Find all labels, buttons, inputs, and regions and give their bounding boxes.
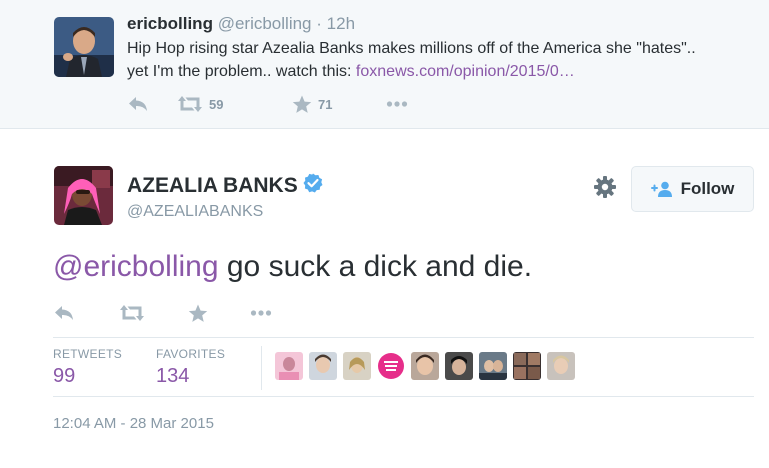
user-actions-gear-button[interactable]: [593, 175, 617, 204]
avatar-image: [54, 166, 113, 225]
favoriter-avatar[interactable]: [513, 352, 541, 380]
star-icon: [188, 304, 208, 322]
reply-button[interactable]: [127, 92, 149, 116]
tweet-timestamp: 12:04 AM - 28 Mar 2015: [53, 415, 214, 432]
favoriter-avatar[interactable]: [309, 352, 337, 380]
favorite-count: 71: [318, 96, 333, 112]
more-button[interactable]: [250, 301, 272, 325]
favoriter-avatar[interactable]: [377, 352, 405, 380]
favoriter-avatar[interactable]: [479, 352, 507, 380]
verified-badge-icon: [303, 173, 323, 199]
reply-button[interactable]: [53, 301, 75, 325]
favoriter-avatar[interactable]: [547, 352, 575, 380]
tweet-text-body: go suck a dick and die.: [218, 250, 533, 283]
favoriter-avatar[interactable]: [275, 352, 303, 380]
tweet-permalink-page: ericbolling @ericbolling · 12h Hip Hop r…: [0, 0, 769, 468]
tweet-text-line: Hip Hop rising star Azealia Banks makes …: [127, 40, 696, 57]
more-button[interactable]: [386, 92, 408, 116]
more-icon: [250, 310, 272, 316]
separator-dot: ·: [316, 14, 322, 33]
tweet-stats: RETWEETS 99 FAVORITES 134: [53, 337, 754, 397]
favorite-button[interactable]: 71: [292, 92, 332, 116]
user-handle[interactable]: @ericbolling: [218, 14, 312, 33]
favorite-button[interactable]: [188, 301, 208, 325]
favoriter-avatars: [275, 352, 581, 380]
gear-icon: [594, 176, 616, 198]
more-icon: [386, 101, 408, 107]
tweet-link[interactable]: foxnews.com/opinion/2015/0…: [356, 63, 575, 80]
user-handle[interactable]: @AZEALIABANKS: [127, 203, 263, 221]
user-fullname[interactable]: ericbolling: [127, 14, 213, 33]
avatar[interactable]: [54, 166, 113, 225]
retweet-count: 59: [209, 96, 224, 112]
retweets-label: RETWEETS: [53, 347, 123, 361]
tweet-text-segment: yet I'm the problem.. watch this:: [127, 63, 356, 80]
retweet-icon: [120, 305, 144, 321]
mention-link[interactable]: @ericbolling: [53, 250, 219, 283]
tweet-text: @ericbolling go suck a dick and die.: [53, 247, 532, 287]
retweet-button[interactable]: [119, 301, 145, 325]
favorites-value: 134: [156, 365, 190, 387]
in-reply-to-tweet[interactable]: ericbolling @ericbolling · 12h Hip Hop r…: [0, 0, 769, 129]
follow-button-label: Follow: [680, 179, 735, 198]
tweet-header: ericbolling @ericbolling · 12h: [127, 14, 355, 34]
tweet-text: Hip Hop rising star Azealia Banks makes …: [127, 37, 757, 83]
follow-button[interactable]: Follow: [631, 166, 754, 212]
star-icon: [292, 95, 312, 113]
favoriter-avatar[interactable]: [343, 352, 371, 380]
add-user-icon: [650, 181, 673, 197]
avatar-image: [54, 17, 114, 77]
tweet-text-line: yet I'm the problem.. watch this: foxnew…: [127, 60, 757, 83]
avatar[interactable]: [54, 17, 114, 77]
tweet-time[interactable]: 12h: [327, 14, 355, 33]
user-fullname[interactable]: AZEALIA BANKS: [127, 174, 298, 198]
stats-divider: [261, 346, 262, 390]
favorites-stat[interactable]: FAVORITES 134: [156, 347, 225, 388]
retweet-button[interactable]: 59: [177, 92, 223, 116]
favoriter-avatar[interactable]: [445, 352, 473, 380]
favorites-label: FAVORITES: [156, 347, 226, 361]
reply-icon: [129, 97, 147, 111]
user-fullname-row: AZEALIA BANKS: [127, 173, 323, 199]
favoriter-avatar[interactable]: [411, 352, 439, 380]
retweet-icon: [178, 96, 202, 112]
retweets-value: 99: [53, 365, 76, 387]
retweets-stat[interactable]: RETWEETS 99: [53, 347, 122, 388]
tweet-actions: 59 71: [127, 92, 527, 116]
reply-icon: [55, 306, 73, 320]
tweet-actions: [53, 301, 353, 325]
